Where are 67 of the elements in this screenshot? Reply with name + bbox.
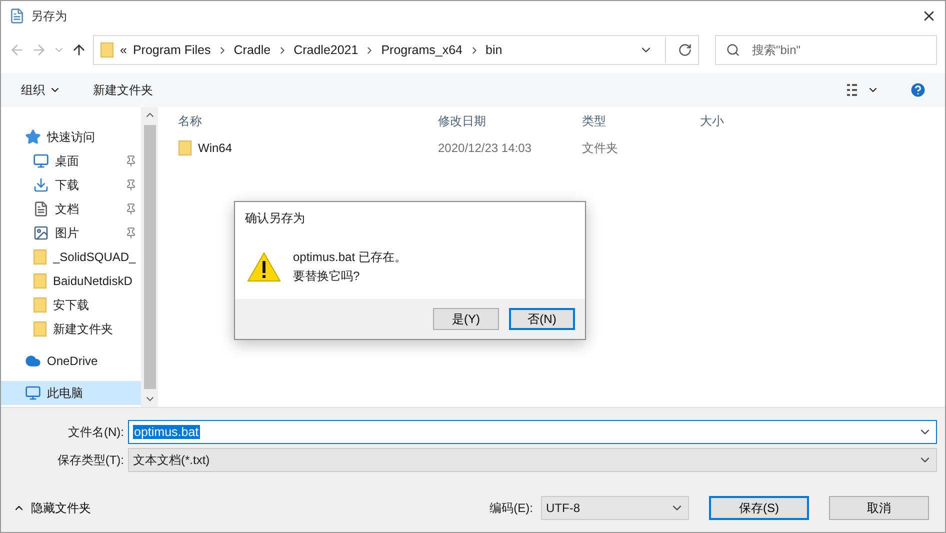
folder-icon — [178, 140, 192, 156]
encoding-label: 编码(E): — [490, 500, 533, 516]
breadcrumb[interactable]: Programs_x64 — [381, 43, 463, 57]
modified-date: 2020/12/23 14:03 — [438, 141, 532, 155]
new-folder-button[interactable]: 新建文件夹 — [91, 80, 155, 100]
help-icon[interactable] — [909, 81, 927, 99]
file-name[interactable]: Win64 — [178, 140, 438, 156]
folder-icon — [100, 42, 114, 58]
filetype-dropdown[interactable]: 文本文档(*.txt) — [128, 448, 937, 472]
filetype-label: 保存类型(T): — [56, 452, 125, 468]
computer-icon — [25, 385, 41, 401]
column-header[interactable]: 类型 — [582, 112, 700, 130]
dialog-button[interactable]: 否(N) — [509, 308, 575, 330]
desktop-icon — [33, 153, 49, 169]
breadcrumb-overflow[interactable]: « — [120, 43, 127, 57]
sidebar-item[interactable]: BaiduNetdiskD — [1, 269, 141, 293]
organize-menu[interactable]: 组织 — [19, 80, 63, 100]
file-type: 文件夹 — [582, 140, 619, 156]
pin-icon — [125, 179, 137, 191]
star-icon — [25, 129, 41, 145]
download-icon — [33, 177, 49, 193]
picture-icon — [33, 225, 49, 241]
refresh-icon[interactable] — [678, 43, 692, 57]
column-header[interactable]: 修改日期 — [438, 112, 582, 130]
dialog-message: 要替换它吗? — [293, 268, 361, 285]
column-header[interactable]: 大小 — [700, 112, 780, 130]
breadcrumb[interactable]: Cradle2021 — [294, 43, 358, 57]
dialog-button[interactable]: 是(Y) — [433, 308, 499, 330]
sidebar-item[interactable]: OneDrive — [1, 349, 141, 373]
pin-icon — [125, 227, 137, 239]
sidebar-item[interactable]: 文档 — [1, 197, 141, 221]
breadcrumb[interactable]: Program Files — [132, 43, 211, 57]
sidebar-item[interactable]: 安下载 — [1, 293, 141, 317]
warning-icon — [247, 252, 281, 282]
folder-icon — [33, 297, 47, 313]
sidebar-item[interactable]: 桌面 — [1, 149, 141, 173]
document-icon — [33, 201, 49, 217]
filename-label: 文件名(N): — [67, 424, 125, 440]
sidebar-item[interactable]: 新建文件夹 — [1, 317, 141, 341]
search-icon — [726, 43, 740, 57]
folder-icon — [33, 321, 47, 337]
sidebar-item[interactable]: 图片 — [1, 221, 141, 245]
filename-field[interactable]: optimus.bat — [128, 420, 937, 444]
encoding-dropdown[interactable]: UTF-8 — [541, 496, 689, 520]
up-icon[interactable] — [71, 42, 87, 58]
folder-icon — [33, 249, 47, 265]
breadcrumb[interactable]: Cradle — [234, 43, 271, 57]
cancel-button[interactable]: 取消 — [829, 496, 929, 520]
notepad-icon — [9, 8, 25, 24]
folder-icon — [33, 273, 47, 289]
sidebar-item[interactable]: 此电脑 — [1, 381, 141, 405]
pin-icon — [125, 155, 137, 167]
sidebar-item[interactable]: 快速访问 — [1, 125, 141, 149]
address-bar[interactable]: « Program Files Cradle Cradle2021 Programs_x64 bin — [93, 35, 699, 65]
dialog-message: optimus.bat 已存在。 — [293, 249, 406, 266]
column-header[interactable]: 名称 — [178, 112, 438, 130]
search-box[interactable]: 搜索"bin" — [715, 35, 937, 65]
sidebar-item[interactable]: _SolidSQUAD_ — [1, 245, 141, 269]
cloud-icon — [25, 353, 41, 369]
dialog-title: 确认另存为 — [244, 210, 306, 227]
pin-icon — [125, 203, 137, 215]
scrollbar[interactable] — [141, 107, 158, 407]
save-button[interactable]: 保存(S) — [709, 496, 809, 520]
breadcrumb[interactable]: bin — [486, 43, 502, 57]
sidebar-item[interactable]: 下载 — [1, 173, 141, 197]
hide-folders-button[interactable]: 隐藏文件夹 — [13, 500, 482, 516]
window-title: 另存为 — [31, 8, 68, 24]
